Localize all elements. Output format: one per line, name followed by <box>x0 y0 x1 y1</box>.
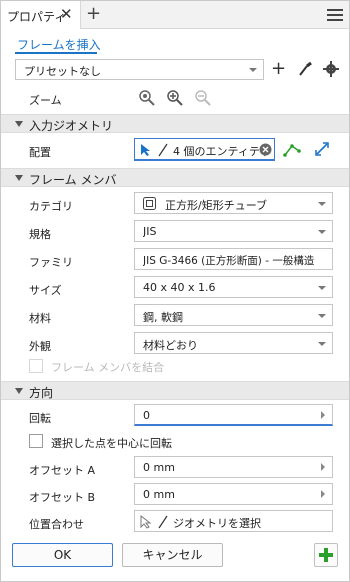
chevron-down-icon <box>318 314 326 318</box>
value-flyout-arrow[interactable] <box>314 405 332 424</box>
zoom-all-icon[interactable] <box>138 89 156 107</box>
zoom-out-icon <box>195 90 211 106</box>
family-dropdown[interactable]: JIS G-3466 (正方形断面) - 一般構造 <box>134 248 333 270</box>
cursor-icon <box>141 144 150 156</box>
section-title: 入力ジオメトリ <box>29 119 114 133</box>
standard-dropdown[interactable]: JIS <box>134 220 333 242</box>
tab-label: プロパティ <box>7 10 67 24</box>
hamburger-menu-icon[interactable] <box>327 9 343 22</box>
section-title: 方向 <box>29 386 54 400</box>
add-frame-button[interactable] <box>314 543 338 567</box>
preset-value: プリセットなし <box>24 65 101 78</box>
standard-value: JIS <box>143 225 157 238</box>
offset-a-label: オフセット A <box>29 464 96 477</box>
preset-dropdown[interactable]: プリセットなし <box>15 59 264 80</box>
ok-button[interactable]: OK <box>12 543 113 567</box>
appearance-value: 材料どおり <box>143 339 198 352</box>
offset-a-value: 0 mm <box>143 461 175 474</box>
green-plus-icon <box>319 548 333 562</box>
size-label: サイズ <box>29 284 62 297</box>
material-value: 鋼, 軟鋼 <box>143 311 183 324</box>
appearance-label: 外観 <box>29 340 51 353</box>
insert-frame-underline <box>15 52 97 54</box>
offset-b-label: オフセット B <box>29 491 96 504</box>
add-preset-icon[interactable]: + <box>271 60 286 78</box>
value-flyout-arrow[interactable] <box>314 484 332 504</box>
add-tab-icon[interactable]: + <box>86 4 101 24</box>
section-orientation[interactable]: 方向 <box>1 381 349 400</box>
rotation-label: 回転 <box>29 412 51 425</box>
chevron-down-icon <box>249 68 257 72</box>
section-input-geometry[interactable]: 入力ジオメトリ <box>1 114 349 133</box>
flip-direction-icon[interactable] <box>313 140 331 158</box>
standard-label: 規格 <box>29 228 51 241</box>
cursor-icon <box>140 515 152 529</box>
rotate-about-point-checkbox[interactable] <box>29 434 43 448</box>
offset-b-input[interactable]: 0 mm <box>134 483 333 505</box>
zoom-in-icon[interactable] <box>166 89 184 107</box>
chevron-down-icon <box>318 286 326 290</box>
family-value: JIS G-3466 (正方形断面) - 一般構造 <box>143 255 315 267</box>
path-select-icon[interactable] <box>283 140 301 158</box>
pick-preset-icon[interactable] <box>297 61 313 77</box>
insert-frame-link[interactable]: フレームを挿入 <box>17 36 101 53</box>
chevron-down-icon <box>15 388 23 394</box>
placement-value: 4 個のエンティティ <box>173 145 271 158</box>
chevron-down-icon <box>318 342 326 346</box>
size-dropdown[interactable]: 40 x 40 x 1.6 <box>134 276 333 298</box>
clear-icon[interactable] <box>259 143 272 156</box>
section-title: フレーム メンバ <box>29 173 117 187</box>
close-icon[interactable]: ✕ <box>60 6 73 22</box>
align-value: ジオメトリを選択 <box>173 517 261 530</box>
chevron-down-icon <box>15 121 23 127</box>
material-label: 材料 <box>29 312 51 325</box>
chevron-down-icon <box>318 230 326 234</box>
gear-icon[interactable] <box>323 61 339 77</box>
panel-titlebar: プロパティ ✕ + <box>1 1 349 29</box>
offset-b-value: 0 mm <box>143 488 175 501</box>
category-value: 正方形/矩形チューブ <box>165 199 268 212</box>
merge-members-label: フレーム メンバを結合 <box>51 361 165 374</box>
offset-a-input[interactable]: 0 mm <box>134 456 333 478</box>
category-dropdown[interactable]: 正方形/矩形チューブ <box>134 192 333 214</box>
tab-properties[interactable]: プロパティ ✕ <box>1 1 81 29</box>
square-tube-icon <box>143 197 156 210</box>
section-frame-member[interactable]: フレーム メンバ <box>1 168 349 187</box>
align-label: 位置合わせ <box>29 518 84 531</box>
properties-panel: プロパティ ✕ + フレームを挿入 プリセットなし + ズーム 入力ジオメトリ … <box>0 0 350 582</box>
value-flyout-arrow[interactable] <box>314 457 332 477</box>
edge-icon <box>158 515 168 529</box>
rotation-value: 0 <box>143 409 150 422</box>
cancel-button[interactable]: キャンセル <box>122 543 223 567</box>
category-label: カテゴリ <box>29 200 73 213</box>
placement-label: 配置 <box>29 146 51 159</box>
material-dropdown[interactable]: 鋼, 軟鋼 <box>134 304 333 326</box>
edge-icon <box>158 143 168 157</box>
appearance-dropdown[interactable]: 材料どおり <box>134 332 333 354</box>
rotate-about-point-label: 選択した点を中心に回転 <box>51 437 172 450</box>
rotation-input[interactable]: 0 <box>134 404 333 426</box>
family-label: ファミリ <box>29 256 73 269</box>
size-value: 40 x 40 x 1.6 <box>143 281 216 294</box>
merge-members-checkbox[interactable] <box>29 359 43 373</box>
zoom-label: ズーム <box>29 94 62 107</box>
chevron-down-icon <box>318 202 326 206</box>
placement-selector[interactable]: 4 個のエンティティ <box>134 138 275 161</box>
align-selector[interactable]: ジオメトリを選択 <box>134 510 333 532</box>
chevron-down-icon <box>15 175 23 181</box>
